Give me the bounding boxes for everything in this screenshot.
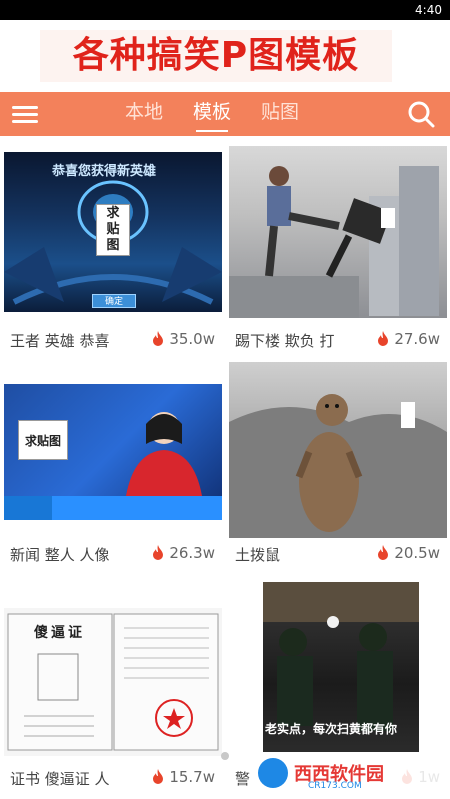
banner-title: 各种搞笑P图模板	[40, 30, 392, 82]
template-card[interactable]: 傻逼证 证书 傻逼证 人 15.7w	[0, 596, 225, 799]
template-meta: 踢下楼 欺负 打 27.6w	[225, 326, 450, 356]
hot-count-value: 27.6w	[394, 330, 440, 348]
template-meta: 土拨鼠 20.5w	[225, 540, 450, 570]
hot-count: 27.6w	[376, 330, 440, 348]
template-thumbnail[interactable]: 恭喜您获得新英雄 求 贴 图 确定	[4, 152, 222, 312]
flame-icon	[378, 331, 389, 346]
tab-bar: 本地 模板 贴图	[125, 92, 299, 136]
top-navbar: 本地 模板 贴图	[0, 92, 450, 136]
hot-count-value: 26.3w	[169, 544, 215, 562]
search-icon[interactable]	[406, 99, 436, 129]
hot-count-value: 20.5w	[394, 544, 440, 562]
confirm-button: 确定	[92, 294, 136, 308]
template-tags: 土拨鼠	[235, 546, 281, 564]
scroll-indicator	[221, 752, 229, 760]
template-thumbnail[interactable]	[229, 146, 447, 318]
template-tags: 踢下楼 欺负 打	[235, 332, 335, 350]
template-card[interactable]: 踢下楼 欺负 打 27.6w	[225, 136, 450, 366]
template-grid: 恭喜您获得新英雄 求 贴 图 确定 王者 英雄 恭喜 35.0w 踢下楼 欺负 …	[0, 136, 450, 799]
template-thumbnail[interactable]: 老实点，每次扫黄都有你	[263, 582, 419, 752]
kick-art	[229, 166, 439, 318]
template-meta: 证书 傻逼证 人 15.7w	[0, 764, 225, 794]
flame-icon	[153, 769, 164, 784]
hot-count: 20.5w	[376, 544, 440, 562]
template-card[interactable]: 恭喜您获得新英雄 求 贴 图 确定 王者 英雄 恭喜 35.0w	[0, 136, 225, 366]
paste-placeholder[interactable]: 求 贴 图	[96, 204, 130, 256]
hot-count-value: 15.7w	[169, 768, 215, 786]
watermark-sub: CR173.COM	[308, 781, 362, 791]
police-caption: 老实点，每次扫黄都有你	[265, 722, 398, 736]
template-card[interactable]: 土拨鼠 20.5w	[225, 362, 450, 596]
template-thumbnail[interactable]: 求贴图	[4, 384, 222, 520]
banner: 各种搞笑P图模板	[0, 20, 450, 92]
flame-icon	[378, 545, 389, 560]
hot-count: 26.3w	[151, 544, 215, 562]
watermark-logo	[258, 758, 288, 788]
status-bar: 4:40	[0, 0, 450, 20]
hot-count: 15.7w	[151, 768, 215, 786]
tab-local[interactable]: 本地	[125, 92, 163, 136]
template-meta: 王者 英雄 恭喜 35.0w	[0, 326, 225, 356]
paste-placeholder[interactable]: 求贴图	[18, 420, 68, 460]
tab-stickers[interactable]: 贴图	[261, 92, 299, 136]
flame-icon	[153, 331, 164, 346]
hot-count-value: 35.0w	[169, 330, 215, 348]
template-thumbnail[interactable]	[229, 362, 447, 538]
hot-count: 35.0w	[151, 330, 215, 348]
marmot-art	[229, 394, 447, 538]
template-tags: 证书 傻逼证 人	[10, 770, 110, 788]
hero-title: 恭喜您获得新英雄	[52, 164, 157, 179]
menu-icon[interactable]	[12, 103, 38, 125]
watermark: 西西软件园 CR173.COM	[252, 753, 442, 793]
template-tags: 新闻 整人 人像	[10, 546, 110, 564]
tab-templates[interactable]: 模板	[193, 92, 231, 136]
template-card[interactable]: 求贴图 新闻 整人 人像 26.3w	[0, 366, 225, 596]
status-time: 4:40	[415, 3, 442, 17]
template-tags: 王者 英雄 恭喜	[10, 332, 110, 350]
flame-icon	[153, 545, 164, 560]
template-meta: 新闻 整人 人像 26.3w	[0, 540, 225, 570]
template-thumbnail[interactable]: 傻逼证	[4, 608, 222, 756]
certificate-title: 傻逼证	[34, 625, 85, 641]
